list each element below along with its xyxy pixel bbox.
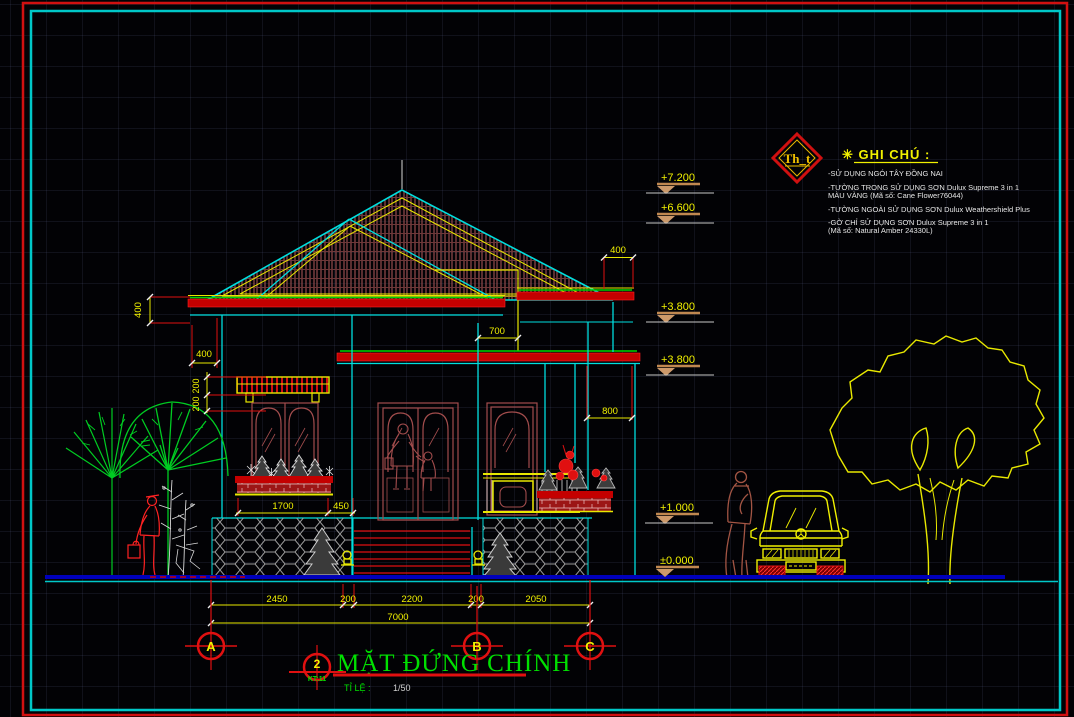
door-right: [487, 403, 537, 515]
axis-label: A: [206, 639, 216, 654]
fascia-right: [517, 288, 634, 322]
dim-label: 2450: [266, 594, 287, 605]
notes-heading: ✳ GHI CHÚ :: [842, 147, 930, 162]
stamp-text: Th_t: [784, 151, 811, 166]
dim-label: 400: [610, 245, 626, 256]
drawing-title: MẶT ĐỨNG CHÍNH: [337, 649, 571, 677]
dim-label: 1700: [272, 501, 293, 512]
elevation-drawing: +7.200 +6.600 +3.800 +3.800 +1.000: [0, 0, 1074, 717]
dim-ridge-inset: 700: [475, 326, 521, 341]
note-line: MÀU VÀNG (Mã số: Cane Flower76044): [828, 191, 964, 200]
level-label: +3.800: [661, 354, 695, 366]
sheet-code: KT:11: [308, 676, 326, 683]
dim-fascia-height: 400: [133, 294, 190, 326]
stone-bases: [212, 518, 588, 577]
dim-label: 800: [602, 406, 618, 417]
dim-label: 200: [340, 594, 356, 605]
flower-box-right: [537, 445, 615, 512]
notes-block: Th_t ✳ GHI CHÚ : -SỬ DỤNG NGÓI TÂY ĐỒNG …: [773, 134, 1030, 235]
grid-bubble-a: A: [185, 580, 237, 670]
level-label: +6.600: [661, 202, 695, 214]
woman-child-silhouette: [385, 424, 435, 491]
car: [751, 491, 848, 577]
level-porch-floor: +1.000: [645, 502, 713, 524]
awning: [237, 377, 329, 402]
dim-label: 400: [196, 349, 212, 360]
dim-bottom-row2: 7000: [208, 612, 593, 626]
level-roof-mid: +6.600: [646, 202, 714, 224]
dim-wall-offset: 400: [189, 318, 220, 368]
level-label: +1.000: [660, 502, 694, 514]
fascia-porch: [337, 351, 640, 364]
dim-label: 200: [191, 396, 201, 411]
note-line: -SỬ DỤNG NGÓI TÂY ĐỒNG NAI: [828, 168, 943, 178]
note-line: (Mã số: Natural Amber 24330L): [828, 226, 933, 235]
main-door: [378, 403, 458, 520]
level-label: +3.800: [661, 301, 695, 313]
level-markers: +7.200 +6.600 +3.800 +3.800 +1.000: [645, 172, 714, 577]
level-eave-right: +3.800: [646, 301, 714, 323]
dim-label: 7000: [387, 612, 408, 623]
dim-roof-overhang: 400: [601, 245, 636, 289]
title-block: 2 KT:11 MẶT ĐỨNG CHÍNH TỈ LỆ : 1/50: [289, 645, 571, 693]
scale-label: TỈ LỆ :: [344, 682, 371, 693]
dim-window: 1700 450: [235, 498, 356, 516]
cad-viewport[interactable]: +7.200 +6.600 +3.800 +3.800 +1.000: [0, 0, 1074, 717]
white-shrub: [159, 480, 200, 578]
dim-label: 700: [489, 326, 505, 337]
dim-label: 200: [191, 378, 201, 393]
level-label: ±0.000: [660, 555, 694, 567]
woman-figure: [128, 495, 159, 576]
dim-label: 400: [133, 302, 144, 318]
axis-label: C: [585, 639, 595, 654]
dim-bottom-row1: 2450 200 2200 200 2050: [208, 584, 593, 608]
dim-label: 200: [468, 594, 484, 605]
detail-number: 2: [314, 657, 321, 671]
man-figure: [726, 472, 752, 579]
note-line: -TƯỜNG NGOÀI SỬ DỤNG SƠN Dulux Weathersh…: [828, 205, 1030, 214]
level-porch-eave: +3.800: [646, 354, 714, 376]
dim-label: 450: [333, 501, 349, 512]
dim-label: 2050: [525, 594, 546, 605]
tree-right: [830, 336, 1044, 584]
ground-line: [45, 577, 1058, 582]
dim-porch-overhang: 800: [584, 366, 635, 421]
level-ground: ±0.000: [656, 555, 699, 577]
entry-steps: [341, 527, 485, 577]
grid-bubble-c: C: [564, 580, 616, 670]
scale-value: 1/50: [393, 683, 411, 693]
stamp-diamond: Th_t: [773, 134, 821, 182]
level-label: +7.200: [661, 172, 695, 184]
dim-label: 2200: [401, 594, 422, 605]
level-ridge: +7.200: [646, 172, 714, 194]
step-lamps: [341, 551, 485, 565]
